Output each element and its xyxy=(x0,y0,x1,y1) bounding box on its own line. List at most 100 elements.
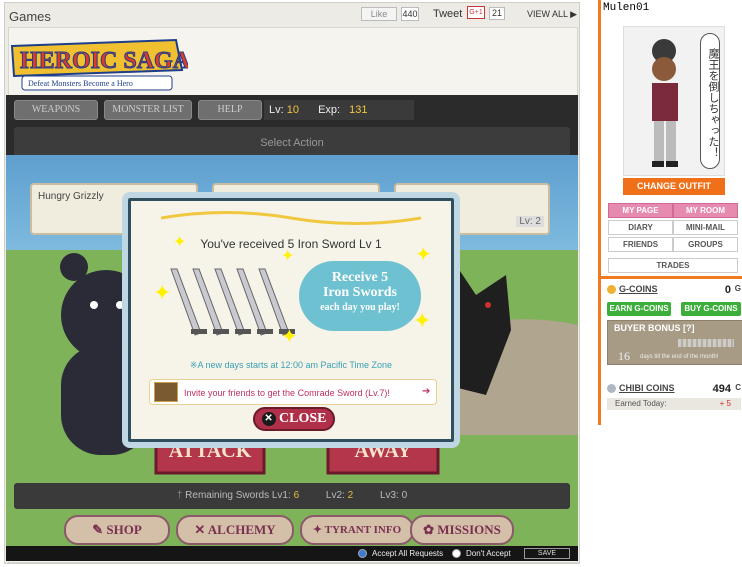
friends-button[interactable]: FRIENDS xyxy=(608,237,673,252)
level-value: 10 xyxy=(286,104,299,116)
away-label: AWAY xyxy=(354,440,412,462)
sparkle-icon: ✦ xyxy=(153,280,172,305)
chibi-coins-unit: C xyxy=(735,383,741,392)
heroic-saga-logo: HEROIC SAGA Defeat Monsters Become a Her… xyxy=(6,34,191,96)
earned-today-label: Earned Today: xyxy=(615,399,667,408)
enemy-level: Lv: 2 xyxy=(516,216,544,227)
shop-label: SHOP xyxy=(106,522,142,537)
buyer-bonus-title: BUYER BONUS [?] xyxy=(614,323,695,333)
gplus-button[interactable]: G+1 xyxy=(467,6,485,19)
tweet-button[interactable]: Tweet xyxy=(433,8,462,20)
enemy-name: Hungry Grizzly xyxy=(38,191,104,202)
accept-all-radio[interactable] xyxy=(358,549,367,558)
tab-help[interactable]: HELP xyxy=(198,100,262,120)
request-settings-bar: Accept All Requests Don't Accept SAVE xyxy=(6,546,578,561)
username[interactable]: Mulen01 xyxy=(603,2,649,14)
gcoins-label[interactable]: G-COINS xyxy=(619,284,658,294)
comrade-sword-icon xyxy=(154,382,178,402)
tyrant-label: TYRANT INFO xyxy=(324,524,402,536)
iron-swords-icon xyxy=(170,268,295,336)
accept-all-label: Accept All Requests xyxy=(372,549,444,558)
close-label: CLOSE xyxy=(279,411,327,426)
dont-accept-radio[interactable] xyxy=(452,549,461,558)
level-exp-display: Lv: 10 Exp: 131 xyxy=(264,100,414,120)
sparkle-icon: ✦ xyxy=(415,244,432,266)
alchemy-button[interactable]: ✕ ALCHEMY xyxy=(176,515,294,545)
chibi-coin-icon xyxy=(607,384,616,394)
new-day-notice: ※A new days starts at 12:00 am Pacific T… xyxy=(189,360,393,370)
bubble-line1: Receive 5 xyxy=(331,270,389,285)
avatar[interactable]: 魔王を倒しちゃった！ xyxy=(623,26,725,176)
chibi-coins-row: CHIBI COINS 494 C xyxy=(607,383,741,395)
tab-weapons[interactable]: WEAPONS xyxy=(14,100,98,120)
reward-modal: You've received 5 Iron Sword Lv 1 Receiv… xyxy=(122,192,460,448)
change-outfit-button[interactable]: CHANGE OUTFIT xyxy=(623,178,725,195)
swords-lv3-value: 0 xyxy=(401,490,408,501)
invite-text: Invite your friends to get the Comrade S… xyxy=(184,388,390,398)
gcoins-row: G-COINS 0 G xyxy=(607,284,741,296)
swords-lv2-value: 2 xyxy=(347,490,354,501)
trades-button[interactable]: TRADES xyxy=(608,258,738,273)
games-title: Games xyxy=(9,9,51,24)
missions-icon: ✿ xyxy=(423,522,435,537)
sparkle-icon: ✦ xyxy=(281,326,298,348)
gplus-count: 21 xyxy=(489,7,505,20)
tyrant-info-button[interactable]: ✦ TYRANT INFO xyxy=(300,515,414,545)
close-button[interactable]: ✕ CLOSE xyxy=(253,407,335,431)
swords-label: Remaining Swords xyxy=(185,490,270,501)
avatar-speech-bubble: 魔王を倒しちゃった！ xyxy=(700,33,720,169)
missions-label: MISSIONS xyxy=(437,522,501,537)
bubble-line2: Iron Swords xyxy=(322,285,398,300)
tab-monster-list[interactable]: MONSTER LIST xyxy=(104,100,192,120)
tyrant-icon: ✦ xyxy=(312,524,323,536)
user-sidebar: Mulen01 魔王を倒しちゃった！ CHANGE OUTFIT MY PAGE… xyxy=(598,0,742,425)
groups-button[interactable]: GROUPS xyxy=(673,237,738,252)
gcoin-icon xyxy=(607,285,616,295)
shop-icon: ✎ xyxy=(92,522,104,537)
swords-lv1-value: 6 xyxy=(293,490,300,501)
my-page-button[interactable]: MY PAGE xyxy=(608,203,673,218)
chibi-coins-value: 494 xyxy=(712,383,731,395)
close-icon: ✕ xyxy=(261,411,276,426)
like-button[interactable]: Like xyxy=(361,7,397,21)
earn-gcoins-button[interactable]: EARN G-COINS xyxy=(607,302,671,316)
exp-value: 131 xyxy=(349,104,368,116)
shop-button[interactable]: ✎ SHOP xyxy=(64,515,170,545)
invite-friends-link[interactable]: Invite your friends to get the Comrade S… xyxy=(149,379,437,405)
sparkle-icon: ✦ xyxy=(281,248,295,265)
attack-label: ATTACK xyxy=(169,440,252,462)
buyer-bonus-progress xyxy=(678,339,734,347)
swords-lv3-label: Lv3: xyxy=(379,490,399,501)
earned-today-row: Earned Today: + 5 xyxy=(607,398,741,410)
earned-today-value: + 5 xyxy=(719,399,731,408)
view-all-link[interactable]: VIEW ALL ▶ xyxy=(527,9,577,20)
swords-lv1-label: Lv1: xyxy=(271,490,291,501)
buy-gcoins-button[interactable]: BUY G-COINS xyxy=(681,302,741,316)
sparkle-icon: ✦ xyxy=(173,234,187,251)
mini-mail-button[interactable]: MINI-MAIL xyxy=(673,220,738,235)
bubble-line3: each day you play! xyxy=(320,302,400,313)
logo-subtitle: Defeat Monsters Become a Hero xyxy=(28,79,133,88)
sidebar-divider xyxy=(601,276,742,279)
save-button[interactable]: SAVE xyxy=(524,548,570,559)
arrow-right-icon: ➔ xyxy=(422,386,431,397)
like-count: 440 xyxy=(401,7,419,21)
diary-button[interactable]: DIARY xyxy=(608,220,673,235)
level-label: Lv: xyxy=(269,104,284,116)
dont-accept-label: Don't Accept xyxy=(466,549,511,558)
my-room-button[interactable]: MY ROOM xyxy=(673,203,738,218)
buyer-bonus-note: days till the end of the month! xyxy=(640,354,719,360)
swords-lv2-label: Lv2: xyxy=(325,490,345,501)
gcoins-unit: G xyxy=(734,284,741,293)
exp-label: Exp: xyxy=(318,104,341,116)
modal-ornament xyxy=(161,211,421,225)
reward-speech-bubble: Receive 5 Iron Swords each day you play! xyxy=(299,261,421,331)
sword-icon: † xyxy=(176,490,183,501)
buyer-bonus-panel[interactable]: BUYER BONUS [?] 16 days till the end of … xyxy=(607,320,742,365)
chibi-coins-label[interactable]: CHIBI COINS xyxy=(619,383,675,393)
alchemy-label: ALCHEMY xyxy=(207,522,276,537)
remaining-swords-bar: † Remaining Swords Lv1: 6 Lv2: 2 Lv3: 0 xyxy=(14,483,570,509)
missions-button[interactable]: ✿ MISSIONS xyxy=(410,515,514,545)
alchemy-icon: ✕ xyxy=(194,522,206,537)
gcoins-value: 0 xyxy=(724,284,731,296)
